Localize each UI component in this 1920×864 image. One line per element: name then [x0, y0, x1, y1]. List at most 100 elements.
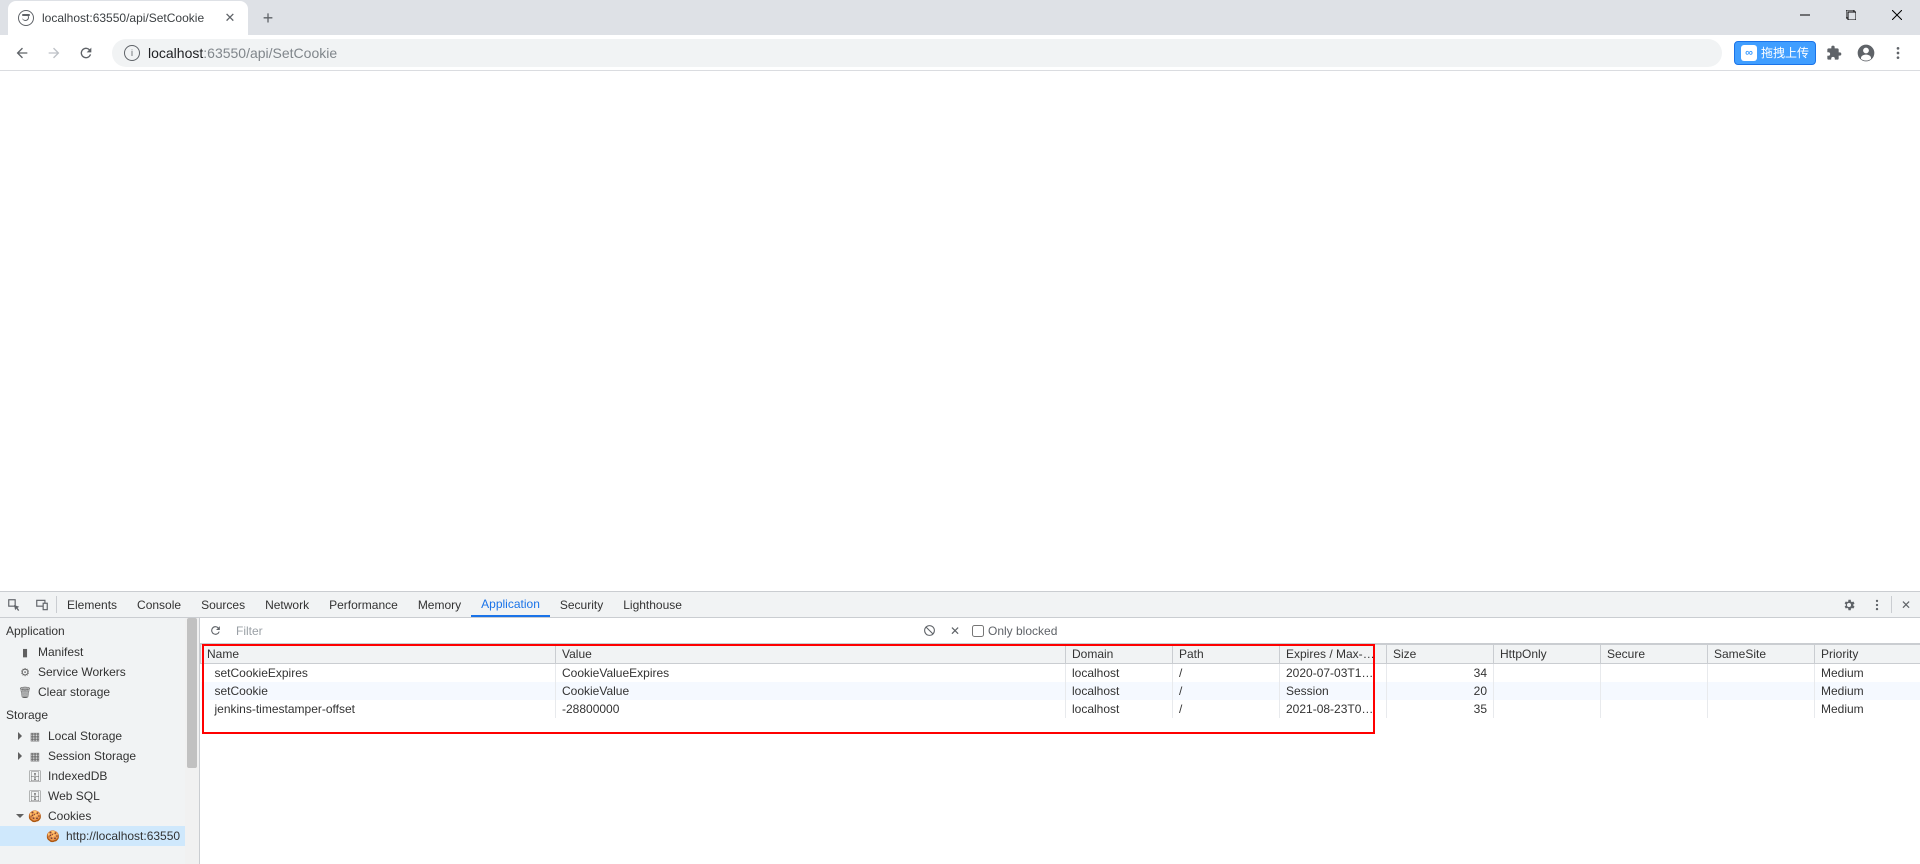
table-row[interactable]: setCookieCookieValuelocalhost/Session20 M…: [201, 682, 1920, 700]
cell-priority[interactable]: Medium: [1815, 682, 1920, 700]
close-devtools-icon[interactable]: ✕: [1892, 592, 1920, 617]
tab-network[interactable]: Network: [255, 592, 319, 617]
table-row[interactable]: setCookieExpiresCookieValueExpireslocalh…: [201, 664, 1920, 683]
application-sidebar: Application ▮Manifest ⚙Service Workers 🗑…: [0, 618, 200, 864]
cell-secure[interactable]: [1601, 664, 1708, 683]
filter-input[interactable]: [232, 622, 912, 640]
sidebar-section-storage: Storage: [0, 702, 199, 726]
tab-sources[interactable]: Sources: [191, 592, 255, 617]
sidebar-item-clear-storage[interactable]: 🗑Clear storage: [0, 682, 199, 702]
tab-elements[interactable]: Elements: [57, 592, 127, 617]
cell-httponly[interactable]: [1494, 682, 1601, 700]
cell-secure[interactable]: [1601, 682, 1708, 700]
col-name[interactable]: Name: [201, 645, 556, 664]
cell-path[interactable]: /: [1173, 664, 1280, 683]
cell-domain[interactable]: localhost: [1066, 664, 1173, 683]
minimize-button[interactable]: [1782, 0, 1828, 30]
profile-button[interactable]: [1852, 39, 1880, 67]
col-value[interactable]: Value: [556, 645, 1066, 664]
cell-path[interactable]: /: [1173, 700, 1280, 718]
refresh-icon[interactable]: [206, 622, 224, 640]
sidebar-item-session-storage[interactable]: ▦Session Storage: [0, 746, 199, 766]
database-icon: 🗄: [28, 769, 42, 783]
browser-tab[interactable]: localhost:63550/api/SetCookie ✕: [8, 1, 248, 35]
table-row[interactable]: jenkins-timestamper-offset-28800000local…: [201, 700, 1920, 718]
cell-samesite[interactable]: [1708, 682, 1815, 700]
sidebar-item-service-workers[interactable]: ⚙Service Workers: [0, 662, 199, 682]
sidebar-item-indexeddb[interactable]: 🗄IndexedDB: [0, 766, 199, 786]
cell-size[interactable]: 34: [1387, 664, 1494, 683]
only-blocked-checkbox[interactable]: Only blocked: [972, 624, 1057, 638]
col-domain[interactable]: Domain: [1066, 645, 1173, 664]
cell-name[interactable]: setCookie: [201, 682, 556, 700]
inspect-icon[interactable]: [0, 592, 28, 617]
cell-priority[interactable]: Medium: [1815, 700, 1920, 718]
sidebar-item-websql[interactable]: 🗄Web SQL: [0, 786, 199, 806]
address-bar[interactable]: i localhost:63550/api/SetCookie: [112, 39, 1722, 67]
reload-button[interactable]: [72, 39, 100, 67]
cell-size[interactable]: 20: [1387, 682, 1494, 700]
tab-application[interactable]: Application: [471, 592, 550, 617]
close-window-button[interactable]: [1874, 0, 1920, 30]
tab-lighthouse[interactable]: Lighthouse: [613, 592, 692, 617]
col-priority[interactable]: Priority: [1815, 645, 1920, 664]
tab-memory[interactable]: Memory: [408, 592, 471, 617]
cookies-panel: ✕ Only blocked Name Value Domain Path E: [200, 618, 1920, 864]
cell-expires[interactable]: 2020-07-03T13:...: [1280, 664, 1387, 683]
scrollbar-thumb[interactable]: [187, 618, 197, 768]
cell-value[interactable]: CookieValueExpires: [556, 664, 1066, 683]
back-button[interactable]: [8, 39, 36, 67]
extensions-button[interactable]: [1820, 39, 1848, 67]
col-expires[interactable]: Expires / Max-A...: [1280, 645, 1387, 664]
forward-button[interactable]: [40, 39, 68, 67]
info-icon[interactable]: i: [124, 45, 140, 61]
table-icon: ▦: [28, 729, 42, 743]
extension-label: 拖拽上传: [1761, 44, 1809, 61]
cell-samesite[interactable]: [1708, 664, 1815, 683]
cell-httponly[interactable]: [1494, 664, 1601, 683]
cell-domain[interactable]: localhost: [1066, 682, 1173, 700]
col-size[interactable]: Size: [1387, 645, 1494, 664]
table-header-row: Name Value Domain Path Expires / Max-A..…: [201, 645, 1920, 664]
browser-toolbar: i localhost:63550/api/SetCookie ∞ 拖拽上传: [0, 35, 1920, 71]
col-path[interactable]: Path: [1173, 645, 1280, 664]
tab-strip: localhost:63550/api/SetCookie ✕ +: [0, 0, 1920, 35]
tab-console[interactable]: Console: [127, 592, 191, 617]
cell-path[interactable]: /: [1173, 682, 1280, 700]
new-tab-button[interactable]: +: [254, 4, 282, 32]
cell-expires[interactable]: Session: [1280, 682, 1387, 700]
menu-button[interactable]: [1884, 39, 1912, 67]
window-controls: [1782, 0, 1920, 30]
cell-secure[interactable]: [1601, 700, 1708, 718]
sidebar-item-cookie-origin[interactable]: 🍪http://localhost:63550: [0, 826, 199, 846]
settings-icon[interactable]: [1835, 592, 1863, 617]
cell-expires[interactable]: 2021-08-23T05:...: [1280, 700, 1387, 718]
col-httponly[interactable]: HttpOnly: [1494, 645, 1601, 664]
cell-value[interactable]: CookieValue: [556, 682, 1066, 700]
tab-performance[interactable]: Performance: [319, 592, 408, 617]
sidebar-section-application: Application: [0, 618, 199, 642]
maximize-button[interactable]: [1828, 0, 1874, 30]
cell-name[interactable]: setCookieExpires: [201, 664, 556, 683]
cell-priority[interactable]: Medium: [1815, 664, 1920, 683]
more-icon[interactable]: [1863, 592, 1891, 617]
clear-all-icon[interactable]: [920, 622, 938, 640]
delete-icon[interactable]: ✕: [946, 622, 964, 640]
device-toggle-icon[interactable]: [28, 592, 56, 617]
col-samesite[interactable]: SameSite: [1708, 645, 1815, 664]
cell-domain[interactable]: localhost: [1066, 700, 1173, 718]
sidebar-item-cookies[interactable]: 🍪Cookies: [0, 806, 199, 826]
close-icon[interactable]: ✕: [222, 10, 238, 26]
filter-bar: ✕ Only blocked: [200, 618, 1920, 644]
col-secure[interactable]: Secure: [1601, 645, 1708, 664]
cloud-icon: ∞: [1741, 45, 1757, 61]
cell-name[interactable]: jenkins-timestamper-offset: [201, 700, 556, 718]
tab-security[interactable]: Security: [550, 592, 613, 617]
sidebar-item-local-storage[interactable]: ▦Local Storage: [0, 726, 199, 746]
cell-samesite[interactable]: [1708, 700, 1815, 718]
extension-badge[interactable]: ∞ 拖拽上传: [1734, 41, 1816, 65]
sidebar-item-manifest[interactable]: ▮Manifest: [0, 642, 199, 662]
cell-size[interactable]: 35: [1387, 700, 1494, 718]
cell-value[interactable]: -28800000: [556, 700, 1066, 718]
cell-httponly[interactable]: [1494, 700, 1601, 718]
